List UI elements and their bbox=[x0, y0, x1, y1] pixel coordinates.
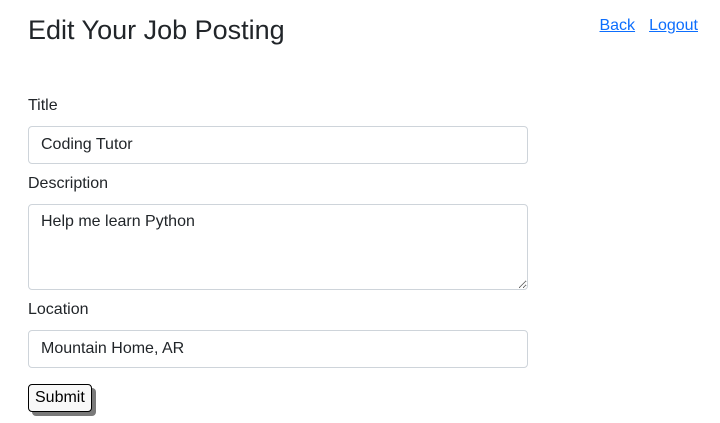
location-label: Location bbox=[28, 301, 89, 318]
job-posting-form: Title Description Help me learn Python L… bbox=[28, 96, 528, 412]
description-textarea[interactable]: Help me learn Python bbox=[28, 204, 528, 290]
edit-job-posting-page: Edit Your Job Posting Back Logout Title … bbox=[0, 0, 720, 423]
title-input[interactable] bbox=[28, 126, 528, 164]
page-title: Edit Your Job Posting bbox=[28, 15, 285, 45]
title-label: Title bbox=[28, 97, 58, 114]
back-link[interactable]: Back bbox=[599, 15, 635, 37]
logout-link[interactable]: Logout bbox=[649, 15, 698, 37]
location-input[interactable] bbox=[28, 330, 528, 368]
top-navigation: Back Logout bbox=[599, 15, 698, 37]
submit-button[interactable]: Submit bbox=[28, 384, 92, 412]
description-label: Description bbox=[28, 175, 109, 192]
